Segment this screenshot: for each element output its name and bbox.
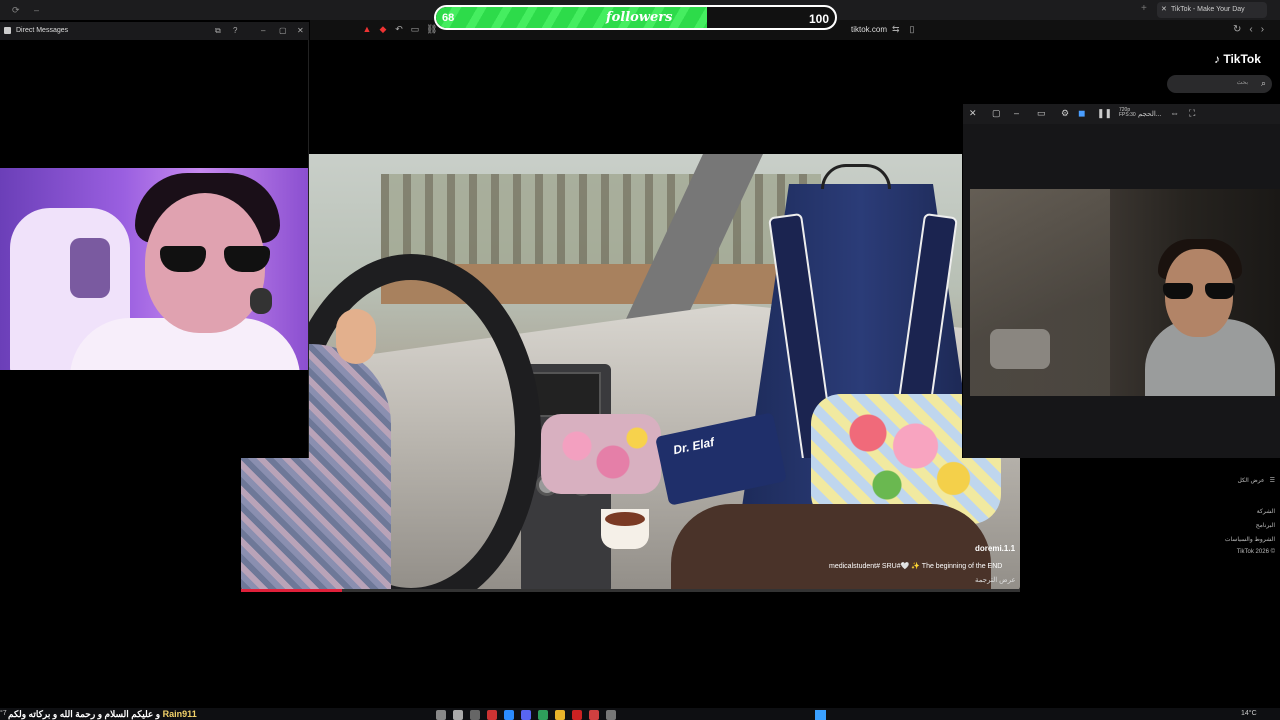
temperature-readout: 14°C [1241,710,1257,717]
tiktok-video-upper[interactable]: Dr. Elaf [309,154,962,458]
close-icon[interactable]: ✕ [297,26,304,35]
resolution-readout: 720p FPS:30 [1119,107,1136,118]
address-actions: ⇆ ▯ [892,24,915,35]
app-icon[interactable] [470,710,480,720]
close-icon[interactable]: ✕ [1161,2,1167,18]
capture-panel-header: ✕ ▢ – ▭ ⚙ ◼ ❚❚ 720p FPS:30 الحجم... ⇔ ⛶ [963,104,1280,124]
fullscreen-icon[interactable]: ⛶ [1189,108,1195,119]
app-icon[interactable] [487,710,497,720]
nav-buttons: ↻ ‹ › [1233,24,1264,35]
chat-message: و عليكم السلام و رحمة الله و بركاته ولكم [8,709,161,719]
tiktok-video-lower[interactable] [241,458,1020,592]
video-description: medicalstudent# SRU#🤍 ✨ The beginning of… [829,563,1003,570]
followers-label: followers [606,10,673,25]
link-icon[interactable]: ⛓ [426,24,437,34]
app-icon[interactable] [589,710,599,720]
layout-icon[interactable]: ▭ [1037,108,1046,119]
new-tab-button[interactable]: + [1141,3,1147,14]
address-bar[interactable]: tiktok.com [851,25,887,34]
windows-start-icon[interactable] [815,710,826,720]
video-progress-bar[interactable] [241,589,1020,592]
app-icon[interactable] [606,710,616,720]
app-icon[interactable] [555,710,565,720]
popout-icon[interactable]: ⧉ [215,26,221,36]
app-icon[interactable] [504,710,514,720]
sidebar-link[interactable]: الشركة [1257,508,1275,515]
panel-label: الحجم... [1138,111,1162,118]
app-icon[interactable] [436,710,446,720]
desktop: ⟳ – + ✕ TikTok - Make Your Day ▲ ◆ ↶ ▭ ⛓… [0,0,1280,720]
stop-icon[interactable]: ▢ [992,108,1001,119]
copyright-text: TikTok 2026 © [1236,549,1275,555]
video-progress-fill [241,589,343,592]
dm-window-title: Direct Messages [16,27,69,34]
app-icon [4,27,11,34]
tab-tiktok[interactable]: ✕ TikTok - Make Your Day [1157,2,1267,18]
help-icon[interactable]: ? [233,26,237,35]
app-icon[interactable] [538,710,548,720]
back-icon[interactable]: ‹ [1249,24,1252,35]
app-icon[interactable] [453,710,463,720]
tiktok-logo[interactable]: ♪ TikTok [1214,52,1261,66]
site-settings-icon[interactable]: ⇆ [892,24,900,35]
followers-goal-bar: 68 followers 100 [434,5,837,30]
chat-overlay: و عليكم السلام و رحمة الله و بركاته ولكم… [8,709,197,720]
sidebar-link[interactable]: الشروط والسياسات [1225,536,1275,543]
app-icon[interactable] [572,710,582,720]
extension-icons: ▲ ◆ ↶ ▭ ⛓ [362,24,438,34]
streamer-webcam [0,168,308,370]
extension-icon[interactable]: ▲ [362,24,372,34]
refresh-icon[interactable]: ⟳ [12,6,20,15]
reload-icon[interactable]: ↻ [1233,24,1241,35]
second-webcam [970,189,1280,396]
minimize-icon[interactable]: – [34,6,42,15]
video-username[interactable]: doremi.1.1 [975,544,1015,553]
sidebar-link[interactable]: عرض الكل ☰ [1237,477,1275,484]
swap-icon[interactable]: ⇔ [1170,108,1179,118]
undo-icon[interactable]: ↶ [394,24,404,34]
settings-icon[interactable]: ⚙ [1061,108,1069,119]
chat-username: Rain911 [162,709,197,719]
search-icon[interactable]: ⌕ [1261,78,1266,89]
shield-icon[interactable]: ◆ [378,24,388,34]
sidebar-link[interactable]: البرنامج [1256,522,1275,529]
followers-current: 68 [442,12,455,24]
minimize-icon[interactable]: – [261,26,265,35]
taskbar-apps [436,710,616,720]
app-icon[interactable] [521,710,531,720]
forward-icon[interactable]: › [1261,24,1264,35]
pause-icon[interactable]: ❚❚ [1097,108,1112,119]
tab-title: TikTok - Make Your Day [1171,6,1245,13]
headset-mic [250,288,272,314]
followers-goal: 100 [808,12,829,26]
tiktok-logo-text: TikTok [1223,52,1261,66]
screenshot-icon[interactable]: ▭ [410,24,420,34]
camera-icon[interactable]: ◼ [1078,108,1085,119]
bookmark-icon[interactable]: ▯ [910,24,915,35]
close-icon[interactable]: ✕ [969,108,977,119]
maximize-icon[interactable]: ▢ [279,26,287,35]
search-input[interactable]: بحث ⌕ [1167,75,1272,93]
search-placeholder: بحث [1236,80,1248,86]
translate-link[interactable]: عرض الترجمة [975,576,1016,584]
minimize-icon[interactable]: – [1014,108,1019,118]
taskbar-left-readout: °7 [0,710,7,717]
dm-window-header: Direct Messages ⧉ ? – ▢ ✕ [0,22,309,40]
